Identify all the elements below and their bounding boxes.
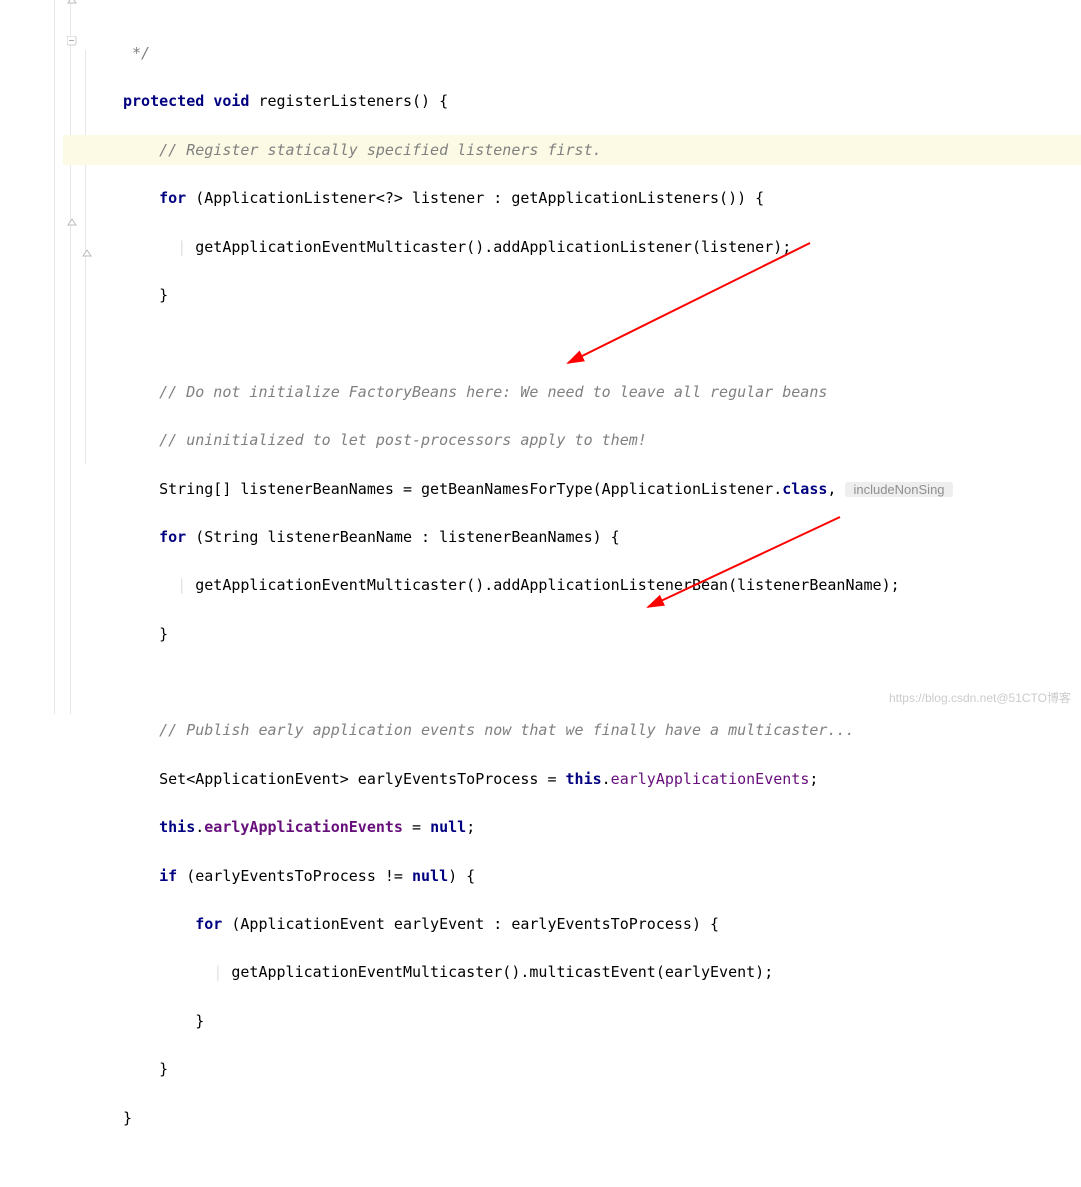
code-line[interactable]: | getApplicationEventMulticaster().addAp… xyxy=(63,232,1081,262)
code-text: Set<ApplicationEvent> earlyEventsToProce… xyxy=(159,770,565,788)
code-text: ; xyxy=(809,770,818,788)
code-line[interactable] xyxy=(63,328,1081,358)
code-text: registerListeners() { xyxy=(258,92,448,110)
code-line[interactable]: // uninitialized to let post-processors … xyxy=(63,425,1081,455)
code-line[interactable]: } xyxy=(63,280,1081,310)
code-line[interactable]: Set<ApplicationEvent> earlyEventsToProce… xyxy=(63,764,1081,794)
code-area[interactable]: */ protected void registerListeners() { … xyxy=(55,0,1081,714)
code-editor[interactable]: */ protected void registerListeners() { … xyxy=(0,0,1081,714)
gutter xyxy=(0,0,55,714)
code-text: getApplicationEventMulticaster().addAppl… xyxy=(195,238,791,256)
field: earlyApplicationEvents xyxy=(204,818,403,836)
code-line[interactable]: this.earlyApplicationEvents = null; xyxy=(63,812,1081,842)
comment: // Register statically specified listene… xyxy=(159,141,602,159)
keyword: for xyxy=(159,528,195,546)
keyword: protected xyxy=(123,92,204,110)
code-line[interactable]: | getApplicationEventMulticaster().multi… xyxy=(63,957,1081,987)
code-text: String[] listenerBeanNames = getBeanName… xyxy=(159,480,782,498)
comment: // uninitialized to let post-processors … xyxy=(159,431,647,449)
param-hint: includeNonSing xyxy=(845,482,952,497)
fold-handle-icon[interactable] xyxy=(67,0,77,8)
code-line[interactable]: } xyxy=(63,1006,1081,1036)
fold-minus-icon[interactable] xyxy=(67,36,77,48)
code-line[interactable]: String[] listenerBeanNames = getBeanName… xyxy=(63,474,1081,504)
comment: // Do not initialize FactoryBeans here: … xyxy=(159,383,827,401)
keyword: for xyxy=(195,915,231,933)
keyword: if xyxy=(159,867,186,885)
code-text: } xyxy=(195,1012,204,1030)
code-text: getApplicationEventMulticaster().multica… xyxy=(231,963,773,981)
code-text: getApplicationEventMulticaster().addAppl… xyxy=(195,576,899,594)
keyword: void xyxy=(213,92,249,110)
code-text: } xyxy=(159,1060,168,1078)
field: earlyApplicationEvents xyxy=(611,770,810,788)
code-line[interactable]: // Do not initialize FactoryBeans here: … xyxy=(63,377,1081,407)
fold-handle-icon[interactable] xyxy=(67,218,77,230)
code-text: (String listenerBeanName : listenerBeanN… xyxy=(195,528,619,546)
code-text: (earlyEventsToProcess != xyxy=(186,867,412,885)
code-line[interactable]: } xyxy=(63,1054,1081,1084)
code-text: } xyxy=(159,625,168,643)
code-line[interactable]: protected void registerListeners() { xyxy=(63,86,1081,116)
keyword: null xyxy=(412,867,448,885)
code-text: = xyxy=(403,818,430,836)
code-text: ) { xyxy=(448,867,475,885)
keyword: this xyxy=(566,770,602,788)
code-text: ; xyxy=(466,818,475,836)
code-line[interactable]: } xyxy=(63,619,1081,649)
code-line[interactable]: } xyxy=(63,1103,1081,1133)
code-text: (ApplicationEvent earlyEvent : earlyEven… xyxy=(231,915,719,933)
keyword: this xyxy=(159,818,195,836)
code-line-highlighted[interactable]: // Register statically specified listene… xyxy=(63,135,1081,165)
code-text: } xyxy=(123,1109,132,1127)
code-line[interactable]: for (String listenerBeanName : listenerB… xyxy=(63,522,1081,552)
keyword: for xyxy=(159,189,195,207)
code-text: . xyxy=(195,818,204,836)
code-line[interactable]: | getApplicationEventMulticaster().addAp… xyxy=(63,570,1081,600)
code-line[interactable]: // Publish early application events now … xyxy=(63,715,1081,745)
fold-handle-icon[interactable] xyxy=(82,249,92,261)
keyword: class xyxy=(782,480,827,498)
code-line[interactable]: for (ApplicationListener<?> listener : g… xyxy=(63,183,1081,213)
comment: */ xyxy=(123,44,150,62)
comment: // Publish early application events now … xyxy=(159,721,854,739)
code-text: , xyxy=(827,480,845,498)
code-line[interactable]: for (ApplicationEvent earlyEvent : early… xyxy=(63,909,1081,939)
code-line[interactable]: if (earlyEventsToProcess != null) { xyxy=(63,861,1081,891)
code-text: } xyxy=(159,286,168,304)
code-text: . xyxy=(602,770,611,788)
watermark: https://blog.csdn.net@51CTO博客 xyxy=(889,689,1071,706)
code-line[interactable]: */ xyxy=(63,38,1081,68)
keyword: null xyxy=(430,818,466,836)
code-text: (ApplicationListener<?> listener : getAp… xyxy=(195,189,764,207)
